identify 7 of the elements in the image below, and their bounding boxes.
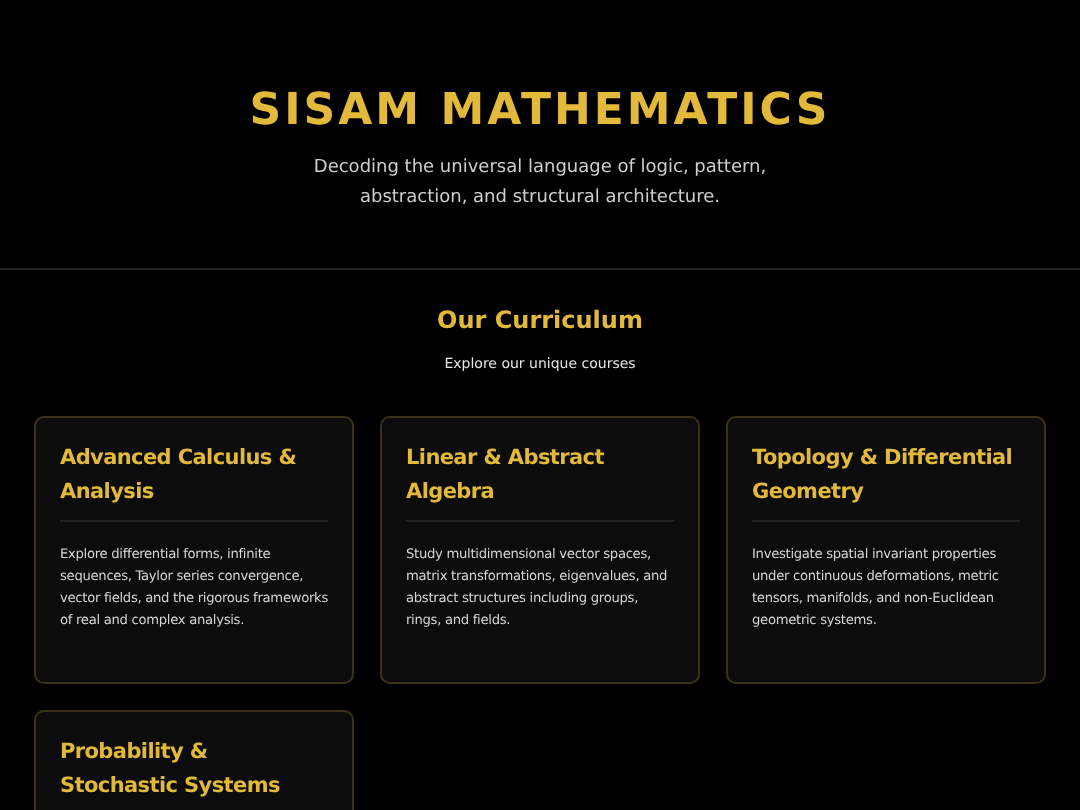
section-heading: Our Curriculum xyxy=(437,304,643,336)
tagline: Decoding the universal language of logic, pattern, abstraction, and structural architecture. xyxy=(311,156,769,212)
course-title: Probability & Stochastic Systems xyxy=(60,736,328,810)
course-title: Topology & Differential Geometry xyxy=(752,442,1020,522)
site-title: SISAM MATHEMATICS xyxy=(249,84,831,140)
course-title: Linear & Abstract Algebra xyxy=(406,442,674,522)
course-title: Advanced Calculus & Analysis xyxy=(60,442,328,522)
